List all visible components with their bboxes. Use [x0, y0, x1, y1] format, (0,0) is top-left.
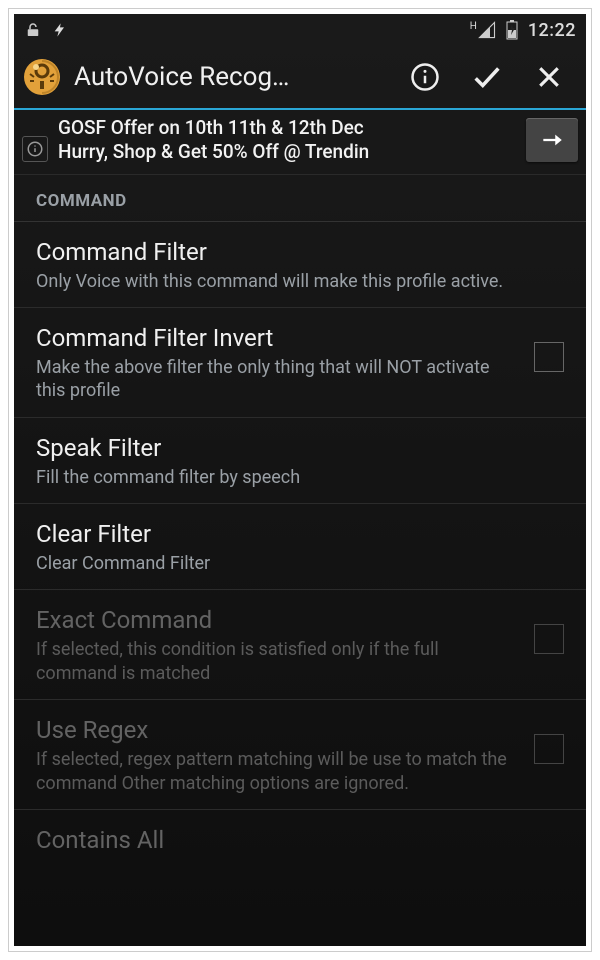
item-contains-all: Contains All: [14, 810, 586, 858]
battery-icon: [506, 20, 518, 40]
item-command-filter[interactable]: Command Filter Only Voice with this comm…: [14, 222, 586, 308]
item-desc: If selected, this condition is satisfied…: [36, 638, 522, 685]
item-desc: Only Voice with this command will make t…: [36, 270, 564, 293]
item-title: Clear Filter: [36, 520, 564, 548]
item-desc: Make the above filter the only thing tha…: [36, 356, 522, 403]
item-title: Speak Filter: [36, 434, 564, 462]
confirm-button[interactable]: [460, 50, 514, 104]
item-command-filter-invert[interactable]: Command Filter Invert Make the above fil…: [14, 308, 586, 418]
bolt-icon: [52, 20, 68, 40]
app-icon: [20, 55, 64, 99]
item-desc: Clear Command Filter: [36, 552, 564, 575]
ad-text: GOSF Offer on 10th 11th & 12th Dec Hurry…: [58, 116, 516, 164]
item-title: Command Filter: [36, 238, 564, 266]
item-title: Contains All: [36, 826, 564, 854]
signal-icon: H: [470, 21, 496, 39]
item-exact-command: Exact Command If selected, this conditio…: [14, 590, 586, 700]
clock: 12:22: [528, 20, 576, 41]
item-title: Use Regex: [36, 716, 522, 744]
item-speak-filter[interactable]: Speak Filter Fill the command filter by …: [14, 418, 586, 504]
item-title: Command Filter Invert: [36, 324, 522, 352]
section-header-command: COMMAND: [14, 175, 586, 222]
page-title: AutoVoice Recog…: [74, 62, 390, 92]
item-desc: If selected, regex pattern matching will…: [36, 748, 522, 795]
checkbox: [534, 734, 564, 764]
settings-list: Command Filter Only Voice with this comm…: [14, 222, 586, 947]
action-bar: AutoVoice Recog…: [14, 46, 586, 110]
status-bar: H 12:22: [14, 14, 586, 46]
checkbox[interactable]: [534, 342, 564, 372]
item-use-regex: Use Regex If selected, regex pattern mat…: [14, 700, 586, 810]
ad-arrow-button[interactable]: [526, 118, 578, 162]
info-button[interactable]: [398, 50, 452, 104]
unlock-icon: [24, 21, 42, 39]
item-title: Exact Command: [36, 606, 522, 634]
item-desc: Fill the command filter by speech: [36, 466, 564, 489]
checkbox: [534, 624, 564, 654]
item-clear-filter[interactable]: Clear Filter Clear Command Filter: [14, 504, 586, 590]
ad-info-icon[interactable]: [22, 136, 48, 162]
close-button[interactable]: [522, 50, 576, 104]
ad-banner[interactable]: GOSF Offer on 10th 11th & 12th Dec Hurry…: [14, 110, 586, 175]
